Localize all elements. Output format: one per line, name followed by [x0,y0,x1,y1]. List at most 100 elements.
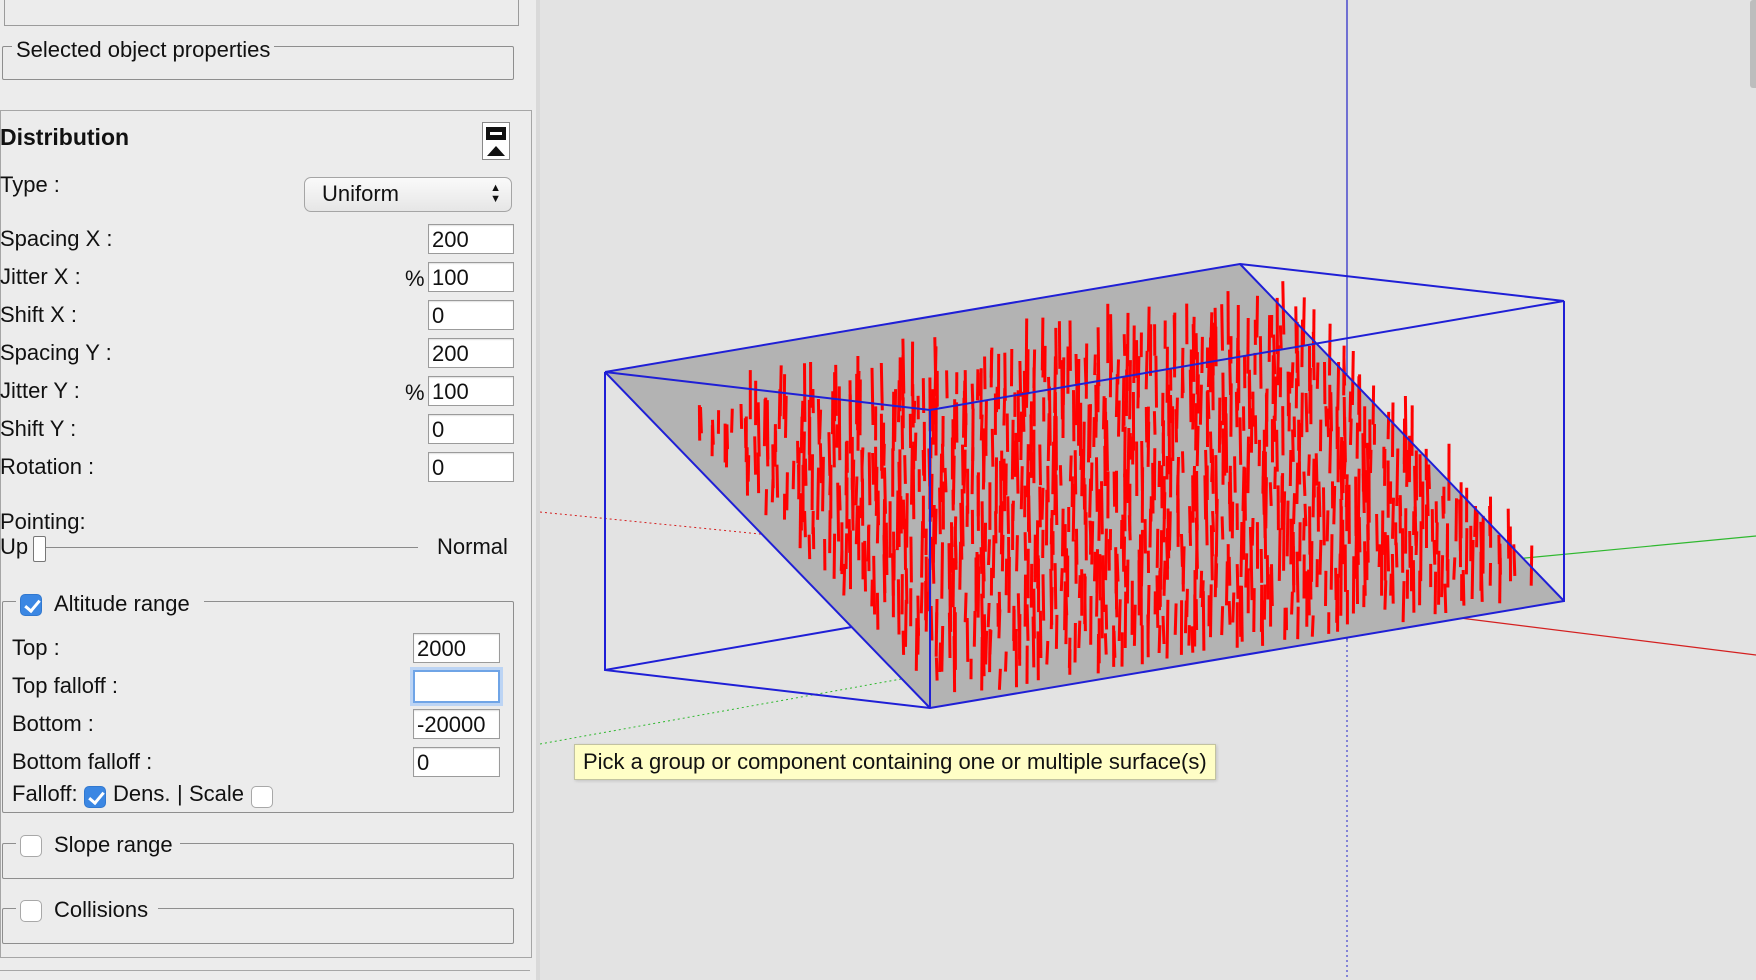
instance-mark [1154,355,1158,408]
instance-mark [832,413,836,468]
instance-mark [1285,500,1290,557]
type-select[interactable]: Uniform ▲ ▼ [304,177,512,212]
top-falloff-input[interactable] [413,670,500,703]
instance-mark [1083,576,1087,625]
instance-mark [1263,510,1268,559]
instance-mark [797,464,801,492]
instance-mark [1041,574,1046,621]
slope-checkbox[interactable] [20,835,42,857]
instance-mark [1220,516,1225,540]
pointing-slider-track[interactable] [44,547,418,548]
falloff-label: Falloff: [12,781,78,806]
instance-mark [1315,362,1320,389]
instance-mark [1117,599,1122,642]
instance-mark [895,490,900,551]
instance-mark [1244,553,1249,588]
instance-mark [1104,528,1108,581]
select-arrows-icon: ▲ ▼ [490,182,501,205]
instance-mark [1002,458,1007,512]
instance-mark [1114,374,1119,418]
instance-mark [1375,513,1379,552]
bottom-input[interactable] [413,709,500,739]
spacing-y-input[interactable] [428,338,514,368]
instance-mark [1210,456,1215,483]
instance-mark [880,429,884,479]
instance-mark [1386,411,1391,440]
instance-mark [879,362,884,411]
instance-mark [1049,587,1054,630]
instance-mark [970,447,975,495]
instance-mark [1125,469,1130,504]
instance-mark [1433,571,1438,615]
instance-mark [911,384,915,428]
collisions-checkbox[interactable] [20,900,42,922]
instance-mark [1350,350,1355,406]
instance-mark [990,428,995,467]
instance-mark [1432,539,1437,565]
rotation-input[interactable] [428,452,514,482]
spacing-y-label: Spacing Y : [0,340,112,365]
instance-mark [1112,471,1117,507]
instance-mark [896,579,901,635]
instance-mark [921,449,926,476]
instance-mark [1195,425,1200,467]
instance-mark [962,464,967,494]
instance-mark [1377,544,1382,568]
instance-mark [1121,514,1126,572]
instance-mark [1300,319,1304,368]
instance-mark [1097,489,1102,541]
falloff-density-checkbox[interactable] [84,786,106,808]
instance-mark [899,496,903,534]
instance-mark [963,413,968,448]
instance-mark [1191,324,1196,382]
instance-mark [1475,512,1479,548]
scene-canvas[interactable] [540,0,1756,980]
instance-mark [1104,604,1109,630]
pointing-label: Pointing: [0,509,86,534]
collapse-icon[interactable] [482,122,510,160]
instance-mark [1391,497,1395,539]
bottom-falloff-input[interactable] [413,747,500,777]
shift-y-input[interactable] [428,414,514,444]
top-input[interactable] [413,633,500,663]
3d-viewport[interactable] [540,0,1756,980]
instance-mark [1441,495,1445,519]
instance-mark [1015,441,1020,494]
instance-mark [1018,360,1023,397]
instance-mark [1328,323,1332,376]
instance-mark [1093,354,1097,376]
instance-mark [1123,591,1128,649]
instance-mark [1045,640,1050,665]
spacing-x-input[interactable] [428,224,514,254]
pointing-slider-thumb[interactable] [33,536,46,562]
instance-mark [1188,369,1193,423]
instance-mark [1095,563,1099,617]
instance-mark [919,582,924,614]
shift-x-input[interactable] [428,300,514,330]
instance-mark [1443,583,1448,614]
instance-mark [1268,482,1273,506]
instance-mark [904,568,909,604]
instance-mark [1326,408,1330,438]
instance-mark [1046,413,1051,462]
instance-mark [1224,413,1229,473]
jitter-y-input[interactable] [428,376,514,406]
instance-mark [1146,421,1151,467]
jitter-x-input[interactable] [428,262,514,292]
instance-mark [1029,401,1033,461]
instance-mark [1019,466,1024,510]
altitude-checkbox[interactable] [20,594,42,616]
instance-mark [1023,532,1028,561]
instance-mark [1125,559,1130,604]
instance-mark [1127,515,1132,541]
instance-mark [945,370,949,399]
instance-mark [1480,569,1484,602]
falloff-scale-checkbox[interactable] [251,786,273,808]
instance-mark [875,592,880,630]
instance-mark [1440,555,1445,598]
instance-mark [799,416,804,454]
shift-x-label: Shift X : [0,302,78,327]
instance-mark [1369,449,1373,474]
instance-mark [1031,616,1036,668]
instance-mark [1250,517,1255,546]
